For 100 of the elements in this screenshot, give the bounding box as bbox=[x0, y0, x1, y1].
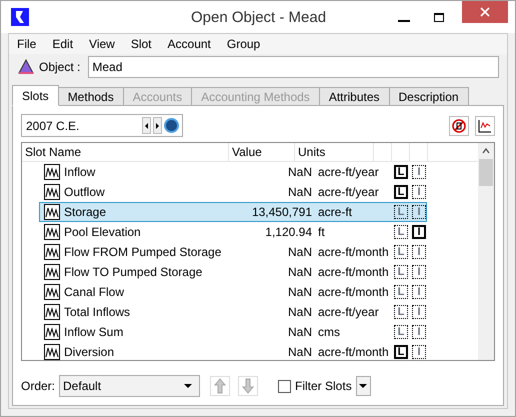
series-graph-icon bbox=[44, 324, 60, 340]
series-graph-icon bbox=[44, 344, 60, 360]
slot-units: acre-ft/month bbox=[317, 284, 390, 301]
slot-name: Inflow Sum bbox=[63, 324, 124, 341]
menu-item[interactable]: Group bbox=[226, 35, 260, 53]
slot-flag-icon[interactable]: L bbox=[394, 345, 408, 359]
series-graph-icon bbox=[44, 244, 60, 260]
slot-name: Total Inflows bbox=[63, 304, 132, 321]
filter-checkbox[interactable] bbox=[278, 380, 292, 392]
series-graph-icon bbox=[44, 224, 60, 240]
slot-value: NaN bbox=[286, 324, 313, 341]
slot-row[interactable]: Canal Flow NaN acre-ft/month L I bbox=[39, 282, 427, 302]
slot-flag-icon[interactable]: L bbox=[394, 205, 408, 219]
menu-item[interactable]: Slot bbox=[130, 35, 152, 53]
slot-row[interactable]: Pool Elevation 1,120.94 ft L I bbox=[39, 222, 427, 242]
slot-value: NaN bbox=[286, 244, 313, 261]
globe-icon[interactable] bbox=[164, 118, 179, 133]
slot-name: Flow FROM Pumped Storage bbox=[63, 244, 222, 261]
column-header[interactable]: Value bbox=[229, 143, 295, 161]
slot-name: Outflow bbox=[63, 184, 106, 201]
tab[interactable]: Attributes bbox=[318, 87, 390, 106]
slot-units: acre-ft/month bbox=[317, 264, 390, 281]
close-button[interactable] bbox=[462, 1, 508, 23]
menu-item[interactable]: View bbox=[89, 35, 115, 53]
tab[interactable]: Methods bbox=[58, 87, 124, 106]
slot-flag-icon[interactable]: I bbox=[412, 285, 426, 299]
filter-label: Filter Slots bbox=[295, 378, 352, 395]
slot-flag-icon[interactable]: I bbox=[412, 165, 426, 179]
order-dropdown[interactable]: Default bbox=[59, 375, 200, 397]
slot-flag-icon[interactable]: L bbox=[394, 325, 408, 339]
slot-flag-icon[interactable]: L bbox=[394, 225, 408, 239]
slot-flag-icon[interactable]: L bbox=[394, 165, 408, 179]
slot-name: Flow TO Pumped Storage bbox=[63, 264, 204, 281]
slot-flag-icon[interactable]: L bbox=[394, 305, 408, 319]
slot-flag-icon[interactable]: I bbox=[412, 265, 426, 279]
column-header[interactable]: Units bbox=[295, 143, 374, 161]
slot-flag-icon[interactable]: L bbox=[394, 185, 408, 199]
slot-flag-icon[interactable]: I bbox=[412, 345, 426, 359]
slot-row[interactable]: Flow FROM Pumped Storage NaN acre-ft/month L I bbox=[39, 242, 427, 262]
slot-value: NaN bbox=[286, 344, 313, 360]
slot-units: ft bbox=[317, 224, 326, 241]
scrollbar[interactable] bbox=[478, 143, 494, 360]
slot-flag-icon[interactable]: I bbox=[412, 225, 426, 239]
slot-flag-icon[interactable]: L bbox=[394, 285, 408, 299]
slot-name: Pool Elevation bbox=[63, 224, 142, 241]
scroll-thumb[interactable] bbox=[479, 159, 493, 186]
slot-name: Diversion bbox=[63, 344, 116, 360]
series-graph-icon bbox=[44, 204, 60, 220]
slot-flag-icon[interactable]: I bbox=[412, 245, 426, 259]
no-data-icon[interactable] bbox=[449, 116, 469, 136]
slot-flag-icon[interactable]: L bbox=[394, 265, 408, 279]
slot-flag-icon[interactable]: I bbox=[412, 185, 426, 199]
menu-item[interactable]: Account bbox=[168, 35, 211, 53]
slot-flag-icon[interactable]: I bbox=[412, 205, 426, 219]
slot-value: 1,120.94 bbox=[264, 224, 313, 241]
slot-value: NaN bbox=[286, 304, 313, 321]
pyramid-icon bbox=[17, 58, 35, 74]
tab[interactable]: Slots bbox=[12, 85, 59, 106]
slot-flag-icon[interactable]: I bbox=[412, 305, 426, 319]
slot-units: acre-ft bbox=[317, 204, 354, 221]
menu-item[interactable]: File bbox=[17, 35, 36, 53]
slot-units: acre-ft/month bbox=[317, 244, 390, 261]
slot-row[interactable]: Inflow Sum NaN cms L I bbox=[39, 322, 427, 342]
series-graph-icon bbox=[44, 164, 60, 180]
previous-button[interactable] bbox=[142, 117, 151, 134]
slot-row[interactable]: Outflow NaN acre-ft/year L I bbox=[39, 182, 427, 202]
close-icon bbox=[480, 7, 490, 17]
next-button[interactable] bbox=[153, 117, 162, 134]
series-graph-icon bbox=[44, 264, 60, 280]
slot-row[interactable]: Storage 13,450,791 acre-ft L I bbox=[39, 202, 427, 222]
timestep-field[interactable]: 2007 C.E. bbox=[21, 114, 183, 137]
slot-flag-icon[interactable]: L bbox=[394, 245, 408, 259]
slot-units: acre-ft/year bbox=[317, 304, 380, 321]
tab[interactable]: Description bbox=[388, 87, 469, 106]
slot-flag-icon[interactable]: I bbox=[412, 325, 426, 339]
slot-row[interactable]: Total Inflows NaN acre-ft/year L I bbox=[39, 302, 427, 322]
column-header[interactable]: Slot Name bbox=[22, 143, 229, 161]
slot-units: acre-ft/year bbox=[317, 184, 380, 201]
slot-units: acre-ft/year bbox=[317, 164, 380, 181]
slot-units: acre-ft/month bbox=[317, 344, 390, 360]
slot-row[interactable]: Diversion NaN acre-ft/month L I bbox=[39, 342, 427, 360]
slot-units: cms bbox=[317, 324, 341, 341]
slot-row[interactable]: Flow TO Pumped Storage NaN acre-ft/month L I bbox=[39, 262, 427, 282]
slot-value: NaN bbox=[286, 164, 313, 181]
app-logo-icon bbox=[11, 8, 29, 26]
object-label: Object : bbox=[39, 58, 80, 76]
plot-icon[interactable] bbox=[475, 116, 495, 136]
object-field[interactable]: Mead bbox=[88, 56, 499, 78]
series-graph-icon bbox=[44, 284, 60, 300]
slot-row[interactable]: Inflow NaN acre-ft/year L I bbox=[39, 162, 427, 182]
series-graph-icon bbox=[44, 184, 60, 200]
series-graph-icon bbox=[44, 304, 60, 320]
slot-value: NaN bbox=[286, 264, 313, 281]
menu-item[interactable]: Edit bbox=[52, 35, 74, 53]
slot-name: Canal Flow bbox=[63, 284, 126, 301]
filter-dropdown-button[interactable] bbox=[356, 376, 371, 396]
slot-name: Storage bbox=[63, 204, 108, 221]
slot-value: NaN bbox=[286, 184, 313, 201]
slot-name: Inflow bbox=[63, 164, 96, 181]
maximize-icon[interactable] bbox=[434, 12, 444, 22]
